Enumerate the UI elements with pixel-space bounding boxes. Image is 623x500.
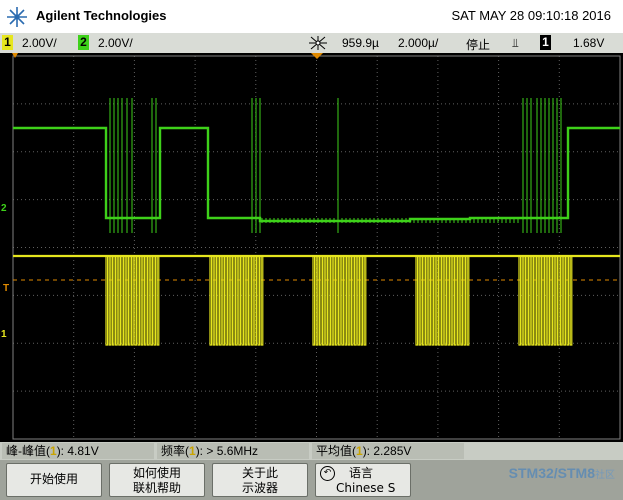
run-state[interactable]: 停止 [466,36,490,53]
trigger-level[interactable]: 1.68V [573,36,604,50]
channel-2-marker[interactable]: 2 [1,203,7,214]
grid-border [12,55,621,440]
date-time: SAT MAY 28 09:10:18 2016 [451,8,612,23]
trigger-slope-icon: ⫫ [512,36,519,50]
timebase-delay[interactable]: 959.9µ [342,36,379,50]
channel-1-marker[interactable]: 1 [1,329,7,340]
ch2-trace [13,126,620,223]
ch1-trace [13,255,620,346]
trigger-channel-badge[interactable]: 1 [540,35,551,50]
brand-name: Agilent Technologies [36,8,167,23]
waveform-display[interactable]: 2 T 1 [0,53,623,442]
language-button[interactable]: ↶ 语言 Chinese S [315,463,411,497]
scope-grid [12,53,621,440]
channel-1-scale[interactable]: 2.00V/ [22,36,57,50]
graticule [12,55,621,440]
about-oscilloscope-button[interactable]: 关于此 示波器 [212,463,308,497]
channel-1-badge[interactable]: 1 [2,35,13,50]
channel-2-scale[interactable]: 2.00V/ [98,36,133,50]
measurement-bar: 峰-峰值(1): 4.81V 频率(1): > 5.6MHz 平均值(1): 2… [0,442,623,460]
sun-burst-icon [309,36,327,50]
agilent-spark-icon [7,7,27,27]
back-arrow-icon: ↶ [320,466,335,481]
measurement-peak-to-peak[interactable]: 峰-峰值(1): 4.81V [2,443,154,459]
measurement-frequency[interactable]: 频率(1): > 5.6MHz [157,443,309,459]
getting-started-button[interactable]: 开始使用 [6,463,102,497]
status-bar: 1 2.00V/ 2 2.00V/ 959.9µ 2.000µ/ 停止 ⫫ 1 … [0,33,623,53]
online-help-button[interactable]: 如何使用 联机帮助 [109,463,205,497]
channel-2-badge[interactable]: 2 [78,35,89,50]
channel-1-waveform [13,254,620,346]
header-bar: Agilent Technologies SAT MAY 28 09:10:18… [0,0,623,33]
watermark: STM32/STM8社区 [508,465,615,481]
trigger-marker[interactable]: T [3,283,9,294]
timebase-scale[interactable]: 2.000µ/ [398,36,438,50]
measurement-average[interactable]: 平均值(1): 2.285V [312,443,464,459]
